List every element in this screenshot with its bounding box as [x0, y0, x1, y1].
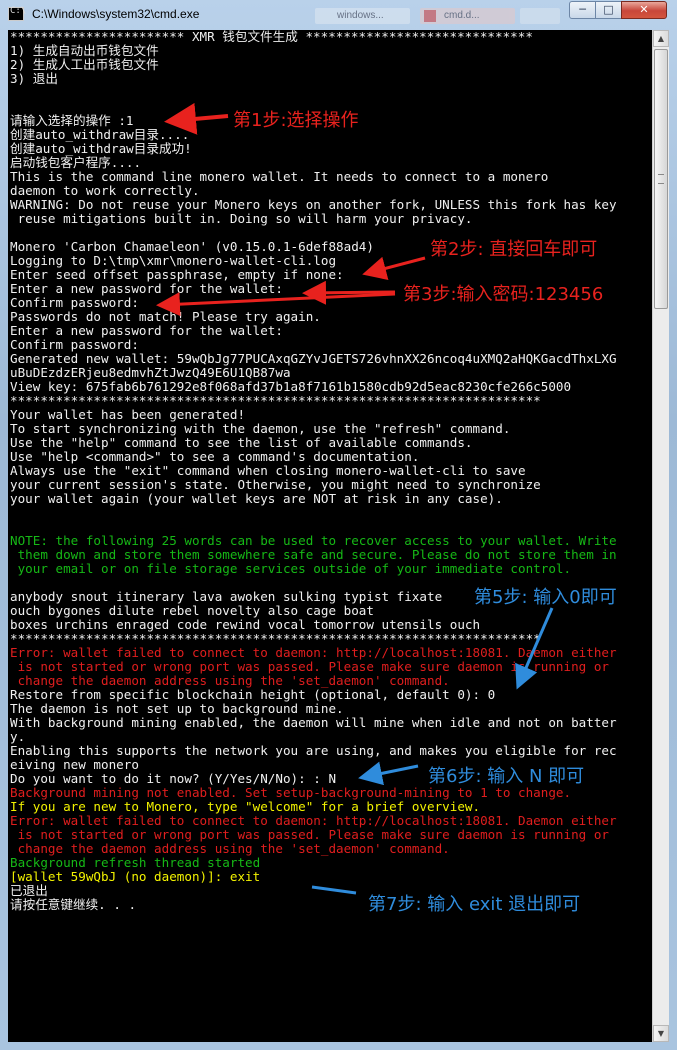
step7-note: 第7步: 输入 exit 退出即可 — [368, 894, 581, 915]
step5-arrow — [515, 607, 554, 690]
step7-line — [311, 885, 357, 895]
step6-arrow — [358, 761, 419, 786]
step2-arrow — [362, 256, 426, 281]
step5-note: 第5步: 输入0即可 — [474, 587, 617, 608]
step6-note: 第6步: 输入 N 即可 — [428, 766, 585, 787]
step1-note: 第1步:选择操作 — [233, 110, 359, 131]
step3-note: 第3步:输入密码:123456 — [403, 284, 604, 305]
step3-arrow-a — [302, 280, 396, 305]
step1-arrow — [164, 102, 229, 135]
step3-arrow-b — [156, 292, 396, 317]
step2-note: 第2步: 直接回车即可 — [430, 239, 598, 260]
